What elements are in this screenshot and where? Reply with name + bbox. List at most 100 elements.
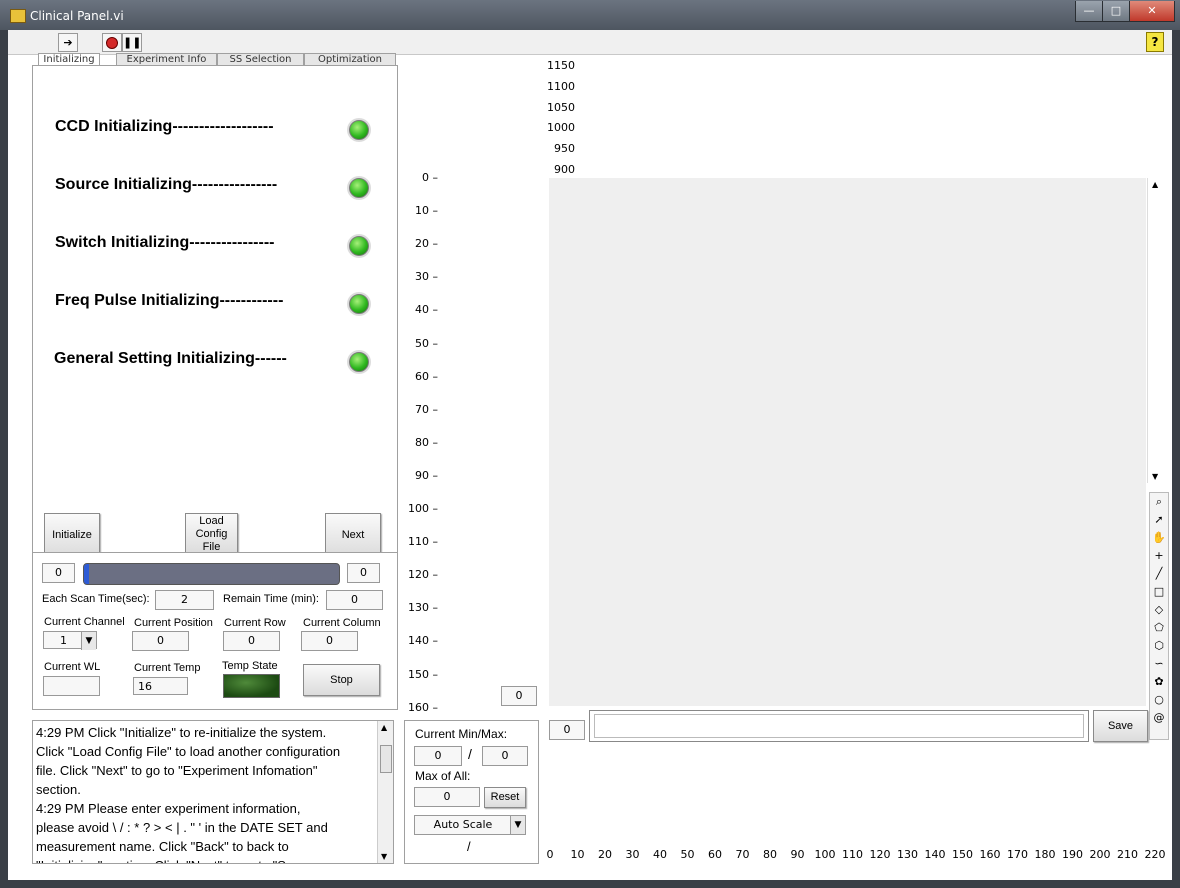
scroll-down-icon[interactable]: ▼	[381, 852, 387, 861]
switch-init-label: Switch Initializing----------------	[55, 234, 275, 251]
spiral-icon[interactable]: @	[1150, 709, 1168, 726]
intensity-graph[interactable]	[549, 178, 1146, 706]
log-text: 4:29 PM Click "Initialize" to re-initial…	[36, 723, 374, 863]
x-tick-label: 30	[625, 848, 640, 861]
chevron-down-icon[interactable]: ▼	[81, 632, 96, 650]
y-tick-label: 80 –	[415, 435, 438, 449]
y-tick-label: 150 –	[408, 667, 438, 681]
x-tick-label: 170	[1007, 848, 1028, 861]
current-max-field: 0	[482, 746, 528, 766]
y-tick-label: 50 –	[415, 336, 438, 350]
temp-state-label: Temp State	[222, 660, 278, 672]
channel-select-value: 1	[60, 634, 67, 647]
annulus-icon[interactable]: ✿	[1150, 673, 1168, 690]
current-min-field: 0	[414, 746, 462, 766]
x-tick-label: 160	[979, 848, 1001, 861]
rotated-rect-icon[interactable]: ⬠	[1150, 619, 1168, 636]
freq-pulse-init-label: Freq Pulse Initializing------------	[55, 292, 284, 309]
each-scan-time-field[interactable]: 2	[155, 590, 214, 610]
abort-icon[interactable]	[102, 33, 122, 52]
reset-button[interactable]: Reset	[484, 787, 526, 808]
y-tick-label: 70 –	[415, 402, 438, 416]
save-button[interactable]: Save	[1093, 710, 1148, 742]
next-button[interactable]: Next	[325, 513, 381, 557]
channel-select[interactable]: 1 ▼	[43, 631, 97, 650]
current-temp-label: Current Temp	[134, 662, 201, 674]
initialize-button[interactable]: Initialize	[44, 513, 100, 557]
ccd-init-label: CCD Initializing-------------------	[55, 118, 274, 135]
x-tick-label: 0	[546, 848, 554, 861]
run-arrow-icon[interactable]: ➔	[58, 33, 78, 52]
rectangle-icon[interactable]: □	[1150, 583, 1168, 600]
log-scrollbar[interactable]: ▲ ▼	[377, 721, 393, 863]
pointer-icon[interactable]: ➚	[1150, 511, 1168, 528]
close-button[interactable]: ✕	[1129, 1, 1175, 22]
message-log[interactable]: 4:29 PM Click "Initialize" to re-initial…	[32, 720, 394, 864]
load-config-file-button[interactable]: Load Config File	[185, 513, 238, 555]
x-tick-label: 140	[924, 848, 946, 861]
chevron-down-icon[interactable]: ▼	[510, 816, 525, 834]
general-setting-init-led	[349, 352, 369, 372]
log-line: 4:29 PM Click "Initialize" to re-initial…	[36, 725, 327, 740]
diamond-icon[interactable]: ◇	[1150, 601, 1168, 618]
remain-time-field: 0	[326, 590, 383, 610]
zoom-icon[interactable]: ⌕	[1150, 493, 1168, 510]
stop-button[interactable]: Stop	[303, 664, 380, 696]
scale-tick-label: 1000	[547, 121, 575, 135]
log-line: 4:29 PM Please enter experiment informat…	[36, 801, 301, 816]
log-line: section.	[36, 782, 81, 797]
scale-select[interactable]: Auto Scale ▼	[414, 815, 526, 835]
crosshair-icon[interactable]: +	[1150, 547, 1168, 564]
x-tick-label: 20	[598, 848, 612, 861]
x-tick-label: 50	[680, 848, 695, 861]
x-tick-label: 220	[1144, 848, 1166, 861]
x-tick-label: 210	[1117, 848, 1138, 861]
current-position-field: 0	[132, 631, 189, 651]
progress-bar	[83, 563, 340, 585]
x-tick-label: 150	[952, 848, 973, 861]
each-scan-time-label: Each Scan Time(sec):	[42, 593, 150, 605]
source-init-label: Source Initializing----------------	[55, 176, 278, 193]
scale-tick-label: 1150	[547, 59, 575, 72]
log-scroll-thumb[interactable]	[380, 745, 392, 773]
scroll-up-icon[interactable]: ▲	[381, 723, 387, 732]
maximize-button[interactable]: □	[1102, 1, 1130, 22]
log-line: Click "Load Config File" to load another…	[36, 744, 341, 759]
current-column-field: 0	[301, 631, 358, 651]
scroll-up-icon[interactable]: ▲	[1152, 180, 1158, 189]
hand-icon[interactable]: ✋	[1150, 529, 1168, 546]
line-icon[interactable]: ╱	[1150, 565, 1168, 582]
current-channel-label: Current Channel	[44, 616, 125, 628]
x-tick-label: 200	[1089, 848, 1111, 861]
max-of-all-field: 0	[414, 787, 480, 807]
temp-state-indicator	[223, 674, 280, 698]
minmax-panel: Current Min/Max: 0 / 0 Max of All: 0 Res…	[404, 720, 539, 864]
switch-init-led	[349, 236, 369, 256]
source-init-led	[349, 178, 369, 198]
path-input[interactable]	[589, 710, 1089, 742]
help-icon[interactable]: ?	[1146, 32, 1164, 52]
scale-select-value: Auto Scale	[433, 818, 493, 831]
graph-scrollbar[interactable]: ▲ ▼	[1147, 178, 1164, 483]
progress-bar-fill	[84, 564, 90, 584]
log-line: file. Click "Next" to go to "Experiment …	[36, 763, 318, 778]
x-tick-label: 40	[653, 848, 667, 861]
current-row-field: 0	[223, 631, 280, 651]
current-position-label: Current Position	[134, 617, 213, 629]
remain-time-label: Remain Time (min):	[223, 593, 319, 605]
progress-end-value: 0	[347, 563, 380, 583]
freehand-icon[interactable]: ∽	[1150, 655, 1168, 672]
y-tick-label: 130 –	[408, 601, 438, 615]
y-tick-label: 110 –	[408, 535, 438, 549]
oval-icon[interactable]: ○	[1150, 691, 1168, 708]
x-tick-label: 10	[570, 848, 585, 861]
scroll-down-icon[interactable]: ▼	[1152, 472, 1158, 481]
pause-icon[interactable]: ❚❚	[122, 33, 142, 52]
load-config-line-2: Config	[195, 528, 228, 540]
minimize-button[interactable]: —	[1075, 1, 1103, 22]
x-tick-label: 190	[1062, 848, 1083, 861]
minmax-separator: /	[468, 746, 472, 762]
scale-tick-label: 1100	[547, 79, 575, 93]
polygon-icon[interactable]: ⬡	[1150, 637, 1168, 654]
log-line: "Initializing" section. Click "Next" to …	[36, 856, 374, 863]
